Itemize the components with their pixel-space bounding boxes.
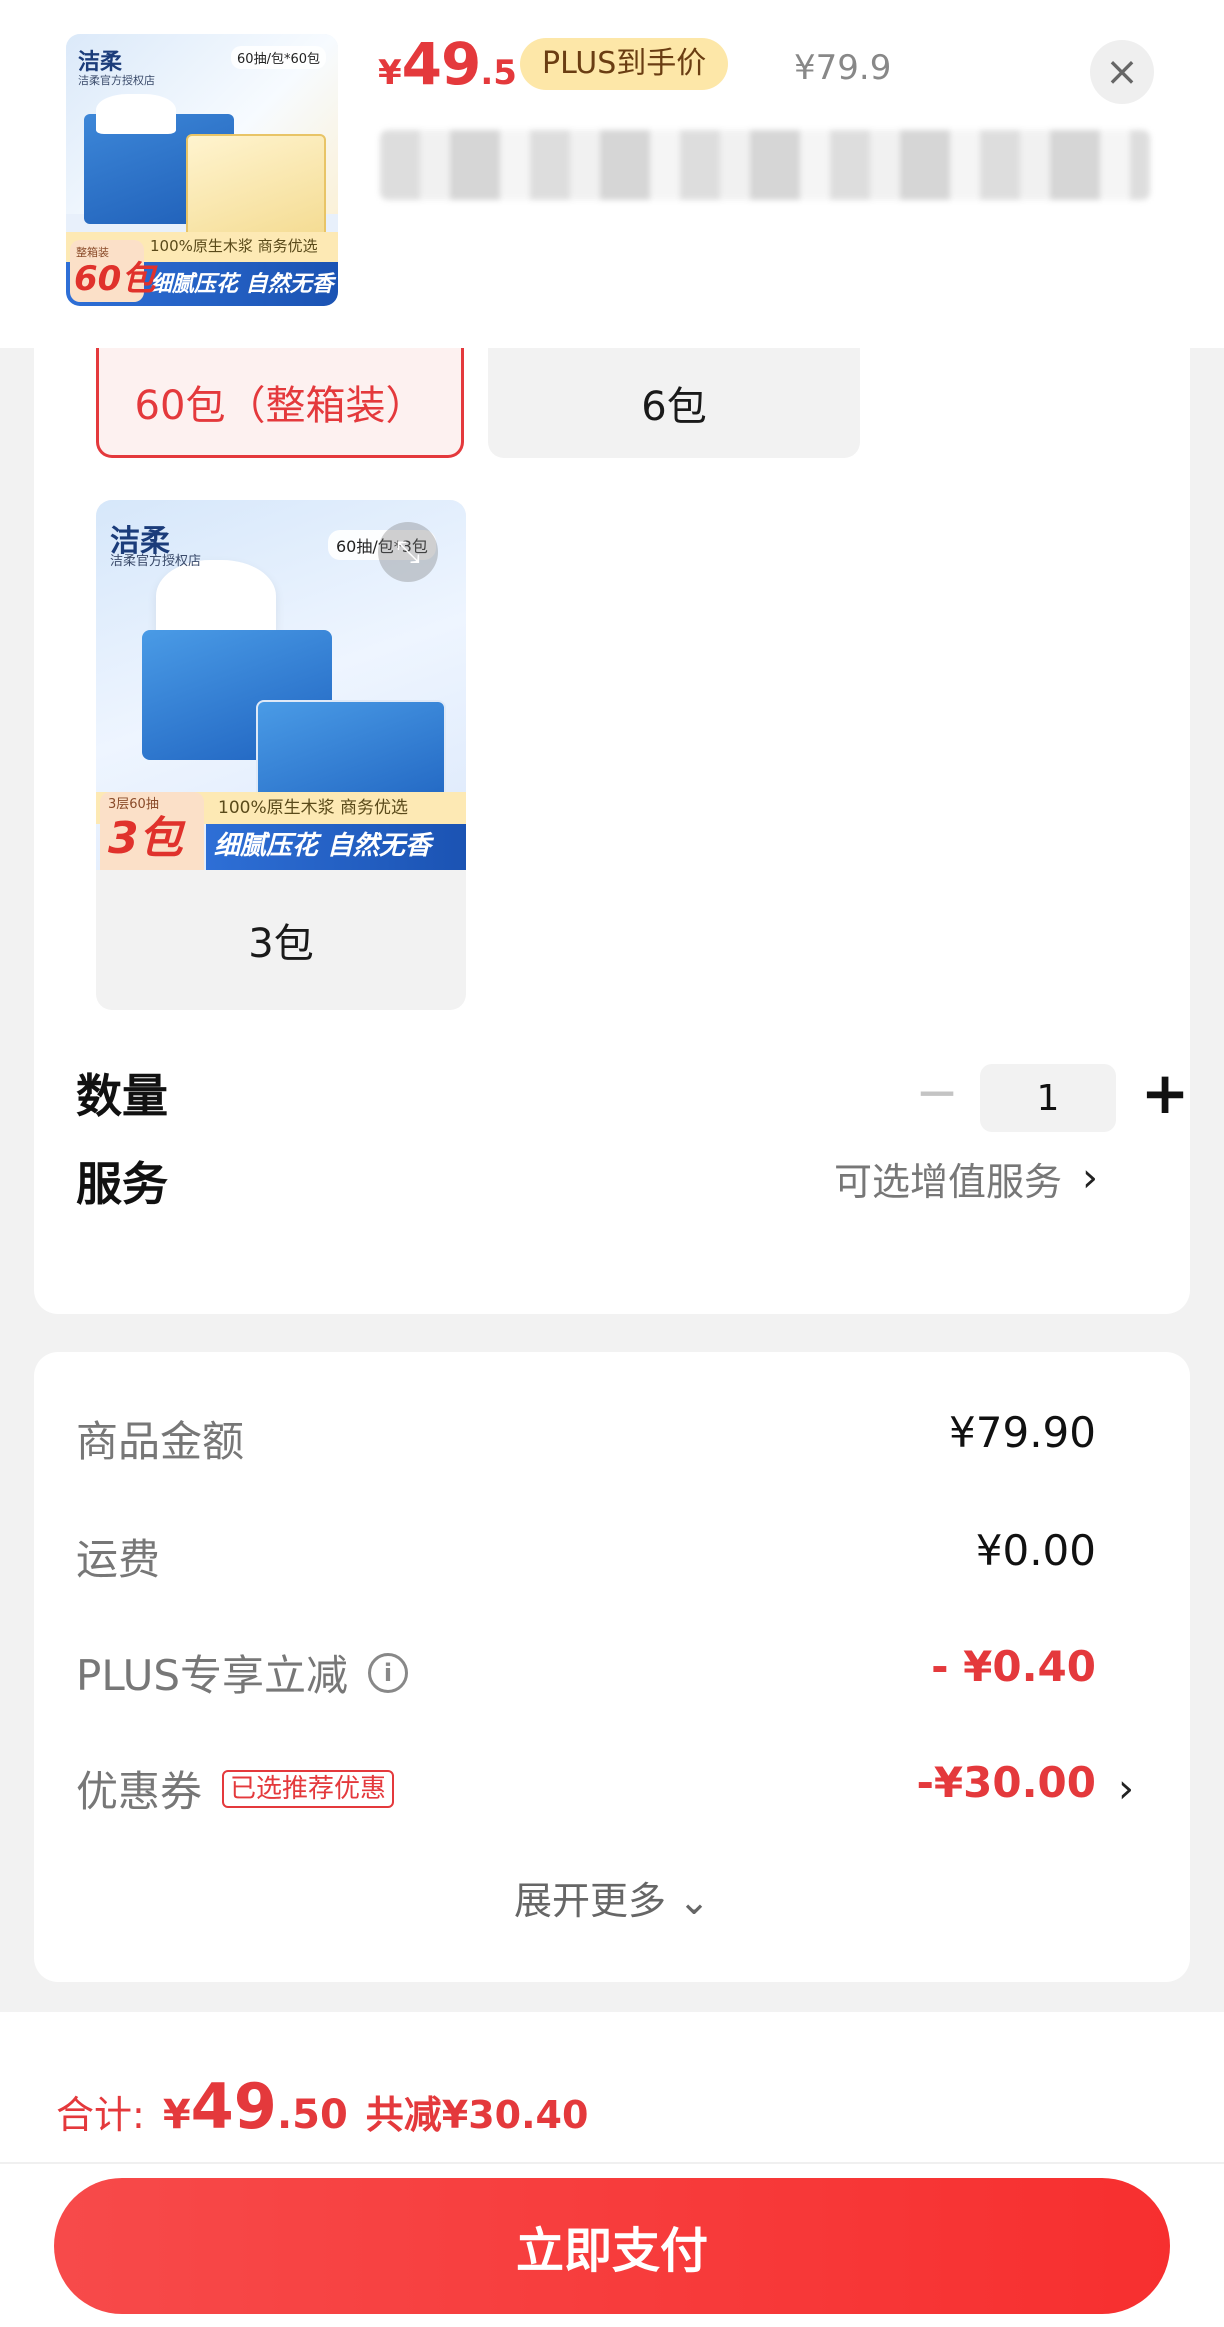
spec-image-count: 3包 [108,813,183,864]
original-price: ¥79.9 [794,48,892,88]
service-link-text: 可选增值服务 [834,1159,1063,1204]
price-decimal: .5 [480,53,517,93]
price-main: ¥ 49 .5 [378,30,517,98]
spec-option-60-packs[interactable]: 60包（整箱装） [96,348,464,458]
quantity-increase-button[interactable]: + [1130,1058,1200,1128]
info-icon[interactable]: i [368,1652,409,1693]
spec-option-label: 60包（整箱装） [134,382,426,429]
tissue-image [156,560,276,640]
quantity-input[interactable]: 1 [980,1064,1116,1132]
goods-amount-value: ¥79.90 [949,1408,1096,1457]
coupon-label: 优惠券 [76,1767,203,1816]
total-savings: 共减¥30.40 [365,2093,589,2137]
current-price: ¥ 49 .5 [378,30,517,100]
spec-option-6-packs[interactable]: 6包 [488,348,860,458]
spec-option-image: 洁柔 洁柔官方授权店 60抽/包*3包 100%原生木浆 商务优选 细腻压花 自… [96,500,466,870]
thumbnail-count: 60包 [74,259,156,299]
coupon-recommended-tag: 已选推荐优惠 [222,1769,395,1808]
close-icon: × [1105,49,1139,95]
shipping-label: 运费 [76,1535,161,1584]
thumbnail-shop: 洁柔官方授权店 [78,74,155,87]
total-summary: 合计: ¥ 49 .50 共减¥30.40 [56,2070,588,2143]
spec-option-3-packs[interactable]: 洁柔 洁柔官方授权店 60抽/包*3包 100%原生木浆 商务优选 细腻压花 自… [96,500,466,1010]
total-symbol: ¥ [162,2092,191,2138]
spec-image-strip-text: 100%原生木浆 商务优选 [218,798,409,818]
spec-option-label: 3包 [248,921,314,967]
price-symbol: ¥ [378,53,402,93]
expand-icon: ⤡ [396,534,420,570]
price-integer: 49 [401,30,482,98]
total-decimal: .50 [276,2092,348,2138]
divider [0,2162,1224,2164]
spec-image-banner-text: 细腻压花 自然无香 [214,831,432,861]
quantity-decrease-button[interactable]: − [902,1058,972,1128]
quantity-label: 数量 [76,1069,168,1123]
spec-option-label: 6包 [641,384,707,430]
service-label: 服务 [76,1157,168,1211]
plus-price-badge: PLUS到手价 [520,38,729,90]
shipping-value: ¥0.00 [975,1526,1096,1575]
product-header: 洁柔 洁柔官方授权店 60抽/包*60包 100%原生木浆 商务优选 细腻压花 … [0,0,1224,348]
chevron-right-icon: › [1082,1155,1099,1201]
checkout-bar: 合计: ¥ 49 .50 共减¥30.40 立即支付 [0,2012,1224,2327]
goods-amount-label: 商品金额 [76,1417,245,1466]
pay-now-button[interactable]: 立即支付 [54,2178,1170,2314]
total-label: 合计: [56,2093,145,2137]
plus-icon: + [1140,1059,1190,1127]
thumbnail-spec: 60抽/包*60包 [231,46,326,69]
plus-discount-row: PLUS专享立减 i [76,1642,409,1703]
thumbnail-banner-text: 细腻压花 自然无香 [150,272,334,297]
total-integer: 49 [190,2070,277,2143]
plus-discount-value: - ¥0.40 [931,1642,1096,1691]
selection-card: 60包（整箱装） 6包 洁柔 洁柔官方授权店 60抽/包*3包 100%原生木浆… [34,348,1190,1314]
tissue-image [96,94,176,134]
blurred-product-title [380,130,1150,200]
coupon-row[interactable]: 优惠券 已选推荐优惠 [76,1758,395,1819]
chevron-right-icon[interactable]: › [1118,1766,1134,1812]
coupon-value[interactable]: -¥30.00 [916,1758,1096,1807]
value-added-service-link[interactable]: 可选增值服务 › [834,1148,1098,1208]
expand-image-button[interactable]: ⤡ [378,522,438,582]
product-thumbnail[interactable]: 洁柔 洁柔官方授权店 60抽/包*60包 100%原生木浆 商务优选 细腻压花 … [66,34,338,306]
plus-discount-label: PLUS专享立减 [76,1651,349,1700]
spec-image-shop: 洁柔官方授权店 [110,554,202,569]
thumbnail-strip-text: 100%原生木浆 商务优选 [150,237,318,255]
minus-icon: − [915,1063,959,1123]
expand-more-button[interactable]: 展开更多 ⌄ [0,1870,1224,1925]
close-button[interactable]: × [1090,40,1154,104]
